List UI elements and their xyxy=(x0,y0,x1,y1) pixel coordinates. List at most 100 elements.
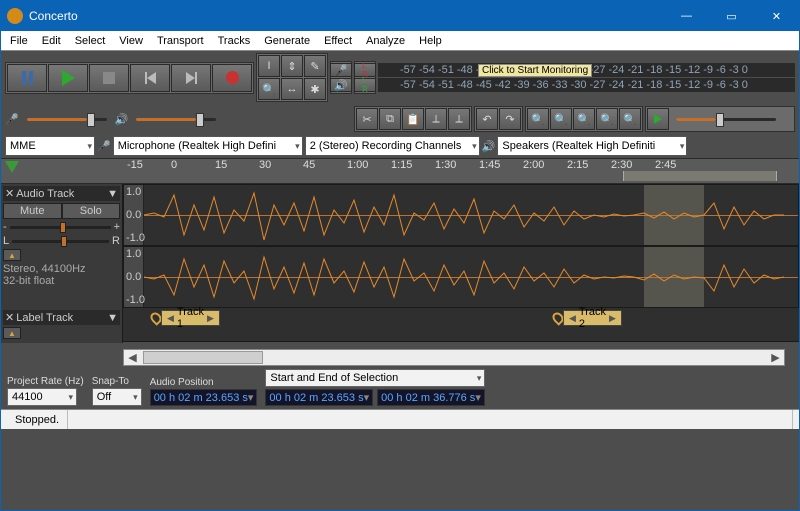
tl-tick: 2:15 xyxy=(567,159,611,171)
menu-file[interactable]: File xyxy=(3,33,35,49)
recording-volume-slider[interactable] xyxy=(27,109,107,129)
project-rate-combo[interactable]: 44100 xyxy=(7,388,77,406)
waveform-left[interactable]: 1.00.0-1.0 xyxy=(123,184,799,246)
meter-lr-buttons: LR LR xyxy=(354,61,376,94)
zoom-tool[interactable]: 🔍 xyxy=(258,78,280,100)
selection-start-value[interactable]: 00 h 02 m 23.653 s▾ xyxy=(265,389,373,406)
label-marker-2[interactable]: Track 2 xyxy=(553,312,563,324)
skip-end-icon xyxy=(186,72,197,84)
scrub-play-button[interactable] xyxy=(647,108,669,130)
window-titlebar: Concerto — ▭ ✕ xyxy=(1,1,799,31)
recording-device-combo[interactable]: Microphone (Realtek High Defini xyxy=(113,136,303,156)
close-button[interactable]: ✕ xyxy=(754,1,799,31)
playback-device-value: Speakers (Realtek High Definiti xyxy=(502,140,655,152)
menu-edit[interactable]: Edit xyxy=(35,33,68,49)
zoom-out-button[interactable]: 🔍 xyxy=(550,108,572,130)
timeline-ruler[interactable]: -15 0 15 30 45 1:00 1:15 1:30 1:45 2:00 … xyxy=(1,158,799,184)
track-name[interactable]: Audio Track xyxy=(16,188,74,200)
label-track-close[interactable]: ✕ xyxy=(5,311,14,324)
menu-bar: File Edit Select View Transport Tracks G… xyxy=(1,31,799,51)
minimize-button[interactable]: — xyxy=(664,1,709,31)
label-tag[interactable]: Track 2 xyxy=(563,310,622,326)
audio-position-value[interactable]: 00 h 02 m 23.653 s▾ xyxy=(150,389,258,406)
fit-selection-button[interactable]: 🔍 xyxy=(573,108,595,130)
rec-meter-button[interactable]: 🎤 xyxy=(330,63,352,77)
maximize-button[interactable]: ▭ xyxy=(709,1,754,31)
timeshift-tool[interactable]: ↔ xyxy=(281,78,303,100)
playback-meter[interactable]: -57 -54 -51 -48 -45 -42 -39 -36 -33 -30 … xyxy=(378,78,795,92)
recording-channels-combo[interactable]: 2 (Stereo) Recording Channels xyxy=(305,136,480,156)
scroll-right-button[interactable]: ▶ xyxy=(767,351,784,364)
play-button[interactable] xyxy=(48,64,88,92)
snap-to-label: Snap-To xyxy=(92,376,142,387)
selection-end-value[interactable]: 00 h 02 m 36.776 s▾ xyxy=(377,389,485,406)
solo-button[interactable]: Solo xyxy=(62,203,121,219)
undo-button[interactable]: ↶ xyxy=(476,108,498,130)
pause-button[interactable] xyxy=(7,64,47,92)
horizontal-scrollbar[interactable]: ◀ ▶ xyxy=(123,349,785,366)
meter-mic-buttons: 🎤 🔊 xyxy=(330,61,352,94)
redo-button[interactable]: ↷ xyxy=(499,108,521,130)
label-track-menu[interactable]: ▼ xyxy=(107,312,118,324)
scroll-thumb[interactable] xyxy=(143,351,263,364)
menu-transport[interactable]: Transport xyxy=(150,33,211,49)
label-track-name[interactable]: Label Track xyxy=(16,312,73,324)
gain-slider[interactable] xyxy=(10,226,111,229)
menu-effect[interactable]: Effect xyxy=(317,33,359,49)
scrub-speed-slider[interactable] xyxy=(676,109,776,129)
fit-project-button[interactable]: 🔍 xyxy=(596,108,618,130)
window-title: Concerto xyxy=(29,9,664,23)
trim-button[interactable]: ⟂ xyxy=(425,108,447,130)
copy-button[interactable]: ⧉ xyxy=(379,108,401,130)
paste-button[interactable]: 📋 xyxy=(402,108,424,130)
pan-L: L xyxy=(3,235,9,247)
menu-generate[interactable]: Generate xyxy=(257,33,317,49)
skip-start-button[interactable] xyxy=(130,64,170,92)
audio-host-combo[interactable]: MME xyxy=(5,136,95,156)
menu-help[interactable]: Help xyxy=(412,33,449,49)
waveform-svg xyxy=(144,247,784,307)
fit-selection-icon: 🔍 xyxy=(577,113,591,126)
label-tag[interactable]: Track 1 xyxy=(161,310,220,326)
menu-tracks[interactable]: Tracks xyxy=(211,33,258,49)
multi-tool[interactable]: ✱ xyxy=(304,78,326,100)
track-menu-button[interactable]: ▼ xyxy=(107,188,118,200)
tools-toolbar: I ⇕ ✎ 🔍 ↔ ✱ xyxy=(256,53,328,102)
playback-device-combo[interactable]: Speakers (Realtek High Definiti xyxy=(497,136,687,156)
record-button[interactable] xyxy=(212,64,252,92)
snap-to-combo[interactable]: Off xyxy=(92,388,142,406)
zoom-in-button[interactable]: 🔍 xyxy=(527,108,549,130)
timeline-scale[interactable]: -15 0 15 30 45 1:00 1:15 1:30 1:45 2:00 … xyxy=(123,159,799,183)
selection-tool[interactable]: I xyxy=(258,55,280,77)
playback-volume-slider[interactable] xyxy=(136,109,216,129)
menu-analyze[interactable]: Analyze xyxy=(359,33,412,49)
gain-plus: + xyxy=(114,221,120,233)
stop-button[interactable] xyxy=(89,64,129,92)
menu-select[interactable]: Select xyxy=(68,33,113,49)
scroll-left-button[interactable]: ◀ xyxy=(124,351,141,364)
selection-mode-combo[interactable]: Start and End of Selection xyxy=(265,369,485,387)
pan-slider[interactable] xyxy=(12,240,109,243)
skip-end-button[interactable] xyxy=(171,64,211,92)
label-track-body[interactable]: Track 1 Track 2 xyxy=(123,308,799,342)
rec-lr-indicator: LR xyxy=(354,63,376,77)
timeline-head[interactable] xyxy=(1,159,123,183)
silence-button[interactable]: ⟂ xyxy=(448,108,470,130)
envelope-tool[interactable]: ⇕ xyxy=(281,55,303,77)
label-track-collapse[interactable]: ▲ xyxy=(3,327,21,339)
cut-button[interactable]: ✂ xyxy=(356,108,378,130)
play-meter-button[interactable]: 🔊 xyxy=(330,78,352,92)
draw-tool[interactable]: ✎ xyxy=(304,55,326,77)
project-rate-field: Project Rate (Hz) 44100 xyxy=(7,376,84,406)
playhead-icon xyxy=(5,161,19,173)
undo-toolbar: ↶ ↷ xyxy=(474,106,523,132)
track-collapse-button[interactable]: ▲ xyxy=(3,249,21,261)
label-marker-1[interactable]: Track 1 xyxy=(151,312,161,324)
recording-meter[interactable]: -57 -54 -51 -48 -45 -42 -39 -36 -33 -30 … xyxy=(378,63,795,77)
mute-button[interactable]: Mute xyxy=(3,203,62,219)
track-close-button[interactable]: ✕ xyxy=(5,187,14,200)
menu-view[interactable]: View xyxy=(112,33,150,49)
zoom-toggle-button[interactable]: 🔍 xyxy=(619,108,641,130)
waveform-right[interactable]: 1.00.0-1.0 xyxy=(123,246,799,308)
audio-track-body[interactable]: 1.00.0-1.0 1.00.0-1.0 xyxy=(123,184,799,308)
